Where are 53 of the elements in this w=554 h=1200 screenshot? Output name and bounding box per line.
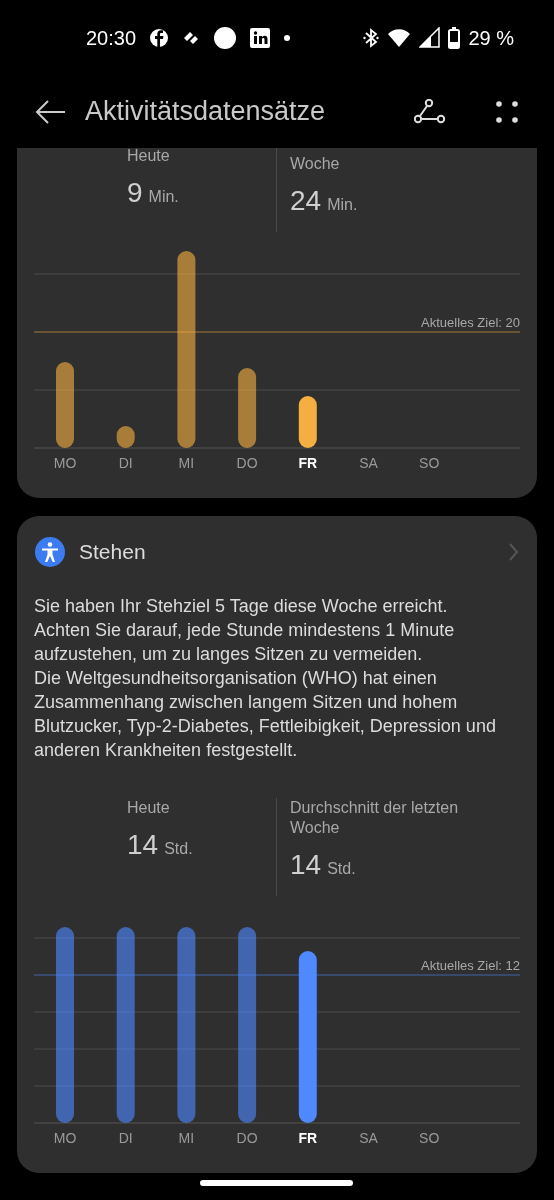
bar[interactable] bbox=[298, 951, 317, 1123]
dot-icon bbox=[284, 34, 291, 41]
stat-unit: Std. bbox=[327, 859, 356, 879]
day-label[interactable]: DI bbox=[105, 1130, 146, 1146]
stat-unit: Std. bbox=[164, 839, 193, 859]
share-icon[interactable] bbox=[414, 99, 446, 124]
stat-value: 24 bbox=[290, 184, 322, 218]
card-title: Stehen bbox=[79, 539, 146, 566]
day-label[interactable]: SA bbox=[348, 1130, 389, 1146]
stat-label: Woche bbox=[290, 154, 341, 174]
day-label[interactable]: MI bbox=[166, 1130, 207, 1146]
chevron-right-icon[interactable] bbox=[508, 542, 519, 562]
signal-icon bbox=[419, 27, 441, 48]
day-label[interactable]: MO bbox=[45, 455, 85, 471]
bluetooth-icon bbox=[363, 27, 380, 48]
battery-percent: 29 % bbox=[468, 25, 514, 51]
back-arrow-icon[interactable] bbox=[34, 97, 66, 126]
day-label[interactable]: DI bbox=[105, 455, 146, 471]
stat-label: Heute bbox=[127, 148, 171, 166]
circle-icon bbox=[150, 28, 169, 47]
day-label[interactable]: SO bbox=[409, 455, 450, 471]
goal-label: Aktuelles Ziel: 12 bbox=[421, 958, 520, 974]
day-label[interactable]: DO bbox=[227, 455, 268, 471]
linkedin-icon bbox=[250, 27, 271, 48]
circle-icon bbox=[214, 26, 237, 49]
day-label[interactable]: DO bbox=[227, 1130, 268, 1146]
stat-label: Heute bbox=[127, 798, 171, 818]
stat-unit: Min. bbox=[327, 195, 358, 215]
bar[interactable] bbox=[298, 396, 317, 448]
stat-value: 9 bbox=[127, 176, 143, 210]
more-icon[interactable] bbox=[496, 100, 518, 123]
day-label[interactable]: SO bbox=[409, 1130, 450, 1146]
bar[interactable] bbox=[116, 426, 135, 448]
stat-value: 14 bbox=[127, 828, 159, 862]
bar[interactable] bbox=[177, 251, 196, 448]
standing-person-icon bbox=[35, 537, 65, 567]
description-text: Sie haben Ihr Stehziel 5 Tage diese Woche erreicht. Achten Sie darauf, jede Stunde mindestens 1 Minute aufzustehen, um zu langes Sitzen zu vermeiden. bbox=[34, 595, 456, 666]
day-label[interactable]: FR bbox=[287, 455, 328, 471]
stat-unit: Min. bbox=[148, 187, 179, 207]
bar[interactable] bbox=[238, 368, 257, 448]
day-label[interactable]: FR bbox=[287, 1130, 328, 1146]
wifi-icon bbox=[387, 27, 412, 48]
page-title: Aktivitätsdatensätze bbox=[85, 95, 326, 129]
bar[interactable] bbox=[56, 362, 74, 448]
stat-value: 14 bbox=[290, 848, 322, 882]
description-text: Die Weltgesundheitsorganisation (WHO) hat einen Zusammenhang zwischen langem Sitzen und hohem Blutzucker, Typ-2-Diabetes, Fettleibigkeit, Depression und anderen Krankheiten festgestellt. bbox=[34, 667, 497, 762]
day-label[interactable]: MO bbox=[45, 1130, 85, 1146]
day-label[interactable]: MI bbox=[166, 455, 207, 471]
day-label[interactable]: SA bbox=[348, 455, 389, 471]
battery-icon bbox=[448, 26, 461, 49]
stat-label: Durchschnitt der letzten Woche bbox=[290, 798, 460, 838]
status-time: 20:30 bbox=[86, 25, 137, 51]
goal-label: Aktuelles Ziel: 20 bbox=[421, 315, 520, 331]
